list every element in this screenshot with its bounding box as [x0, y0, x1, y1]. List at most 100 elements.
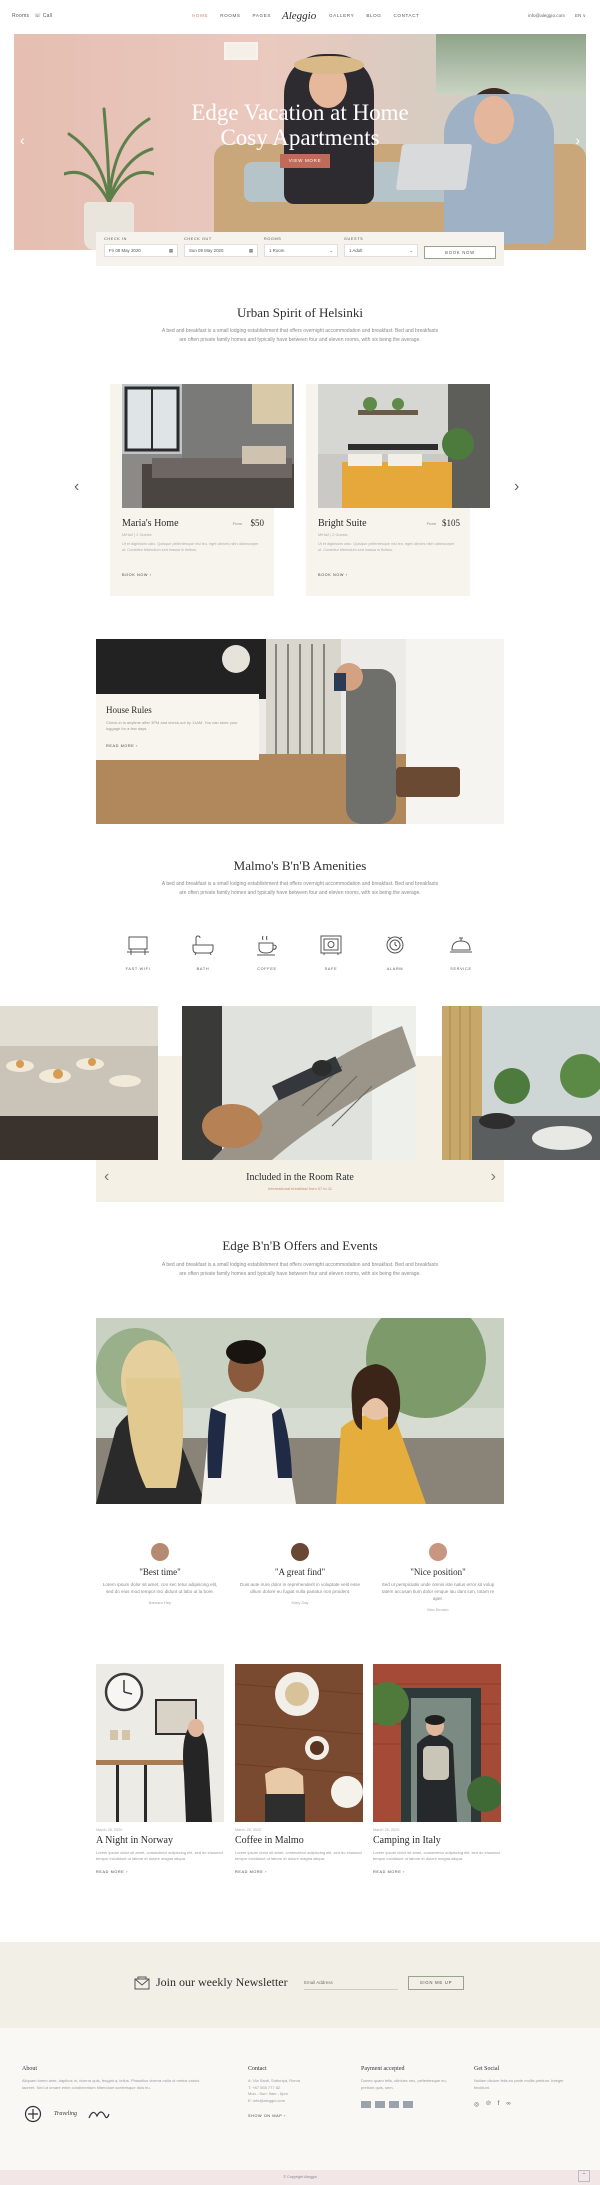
tripadvisor-icon[interactable]: ∞: [506, 2101, 510, 2108]
checkin-label: CHECK IN: [104, 237, 127, 241]
blog-read-more[interactable]: READ MORE ›: [235, 1870, 363, 1874]
checkin-field[interactable]: CHECK IN Fri 08 May 2020 ▦: [104, 237, 178, 257]
language-selector[interactable]: EN ∨: [575, 13, 586, 19]
amenity-label: SERVICE: [450, 967, 472, 971]
rooms-label: ROOMS: [264, 237, 282, 241]
alarm-icon: [386, 936, 404, 954]
brand-traveling: Traveling: [54, 2111, 78, 2117]
blog-date: March 26, 2020: [96, 1828, 123, 1832]
offers-title: Edge B'n'B Offers and Events: [222, 1238, 378, 1253]
norway-image: [96, 1664, 224, 1822]
gallery-image-hammock[interactable]: [182, 1006, 416, 1160]
site-logo[interactable]: Aleggio: [282, 10, 316, 22]
rooms-link[interactable]: Rooms: [12, 13, 29, 19]
house-rules-link[interactable]: READ MORE ›: [106, 744, 138, 748]
blog-title[interactable]: Coffee in Malmo: [235, 1835, 363, 1846]
contact-email[interactable]: E: info@aleggio.com: [248, 2098, 348, 2105]
checkout-field[interactable]: CHECK OUT Sun 09 May 2020 ▦: [184, 237, 258, 257]
room-meta: M/Ha2 | 2 Guests: [318, 533, 348, 537]
book-now-button[interactable]: BOOK NOW: [424, 246, 496, 259]
room-image[interactable]: [318, 384, 490, 508]
hero-title-line2: Cosy Apartments: [220, 125, 380, 150]
blog-read-more[interactable]: READ MORE ›: [96, 1870, 224, 1874]
amenity-label: ALARM: [386, 967, 404, 971]
amenity-coffee: COFFEE: [242, 934, 292, 971]
blog-image[interactable]: [235, 1664, 363, 1822]
included-subtitle: International breakfast from 07 to 11: [268, 1186, 332, 1191]
hero-window: [436, 34, 586, 94]
amenities-title: Malmo's B'n'B Amenities: [233, 858, 367, 873]
room-image[interactable]: [122, 384, 294, 508]
safe-icon: [320, 935, 342, 955]
rooms-prev-arrow-icon[interactable]: ‹: [74, 478, 79, 496]
top-left-links: Rooms ☏ Call: [12, 13, 53, 19]
chevron-down-icon: ⌄: [409, 248, 413, 253]
guests-label: GUESTS: [344, 237, 364, 241]
checkin-value[interactable]: Fri 08 May 2020: [109, 248, 141, 253]
view-more-button[interactable]: VIEW MORE: [280, 154, 330, 168]
nav-blog[interactable]: BLOG: [366, 13, 381, 18]
testimonial-author: Mary Day: [291, 1600, 309, 1605]
show-on-map-link[interactable]: SHOW ON MAP ›: [248, 2114, 348, 2118]
blog-card[interactable]: March 26, 2020 Camping in Italy Lorem ip…: [373, 1664, 501, 1874]
bath-icon: [192, 935, 214, 956]
guests-select[interactable]: GUESTS 1 Adult ⌄: [344, 237, 418, 257]
room-meta: M/Ha2 | 2 Guests: [122, 533, 152, 537]
sign-up-button[interactable]: SIGN ME UP: [408, 1976, 464, 1990]
blog-title[interactable]: A Night in Norway: [96, 1835, 224, 1846]
breakfast-image: [0, 1006, 158, 1160]
hero-next-arrow-icon[interactable]: ›: [575, 132, 580, 148]
back-to-top-icon[interactable]: ⌃: [578, 2170, 590, 2182]
rooms-select[interactable]: ROOMS 1 Room ⌄: [264, 237, 338, 257]
email-link[interactable]: info@aleggio.com: [528, 13, 565, 19]
footer-social-title: Get Social: [474, 2066, 500, 2072]
blog-image[interactable]: [373, 1664, 501, 1822]
blog-title[interactable]: Camping in Italy: [373, 1835, 501, 1846]
pinterest-icon[interactable]: ℗: [486, 2101, 490, 2108]
facebook-icon[interactable]: f: [498, 2101, 500, 2108]
blog-excerpt: Lorem ipsum dolor sit amet, consectetur …: [96, 1850, 223, 1862]
footer-payment-title: Payment accepted: [361, 2066, 405, 2072]
footer-about-title: About: [22, 2066, 37, 2072]
room-price: $105: [442, 518, 460, 528]
included-title: Included in the Room Rate: [246, 1172, 354, 1183]
blog-excerpt: Lorem ipsum dolor sit amet, consectetur …: [235, 1850, 362, 1862]
gallery-image-terrace[interactable]: [442, 1006, 600, 1160]
blog-image[interactable]: [96, 1664, 224, 1822]
room-from: From: [426, 521, 436, 526]
hero-frame: [224, 42, 258, 60]
room-name[interactable]: Maria's Home: [122, 518, 179, 529]
blog-card[interactable]: March 26, 2020 A Night in Norway Lorem i…: [96, 1664, 224, 1874]
nav-rooms[interactable]: ROOMS: [220, 13, 240, 18]
nav-pages[interactable]: PAGES: [253, 13, 272, 18]
service-bell-icon: [450, 937, 472, 953]
room-name[interactable]: Bright Suite: [318, 518, 367, 529]
nav-home[interactable]: HOME: [192, 13, 208, 18]
social-icons: ◎ ℗ f ∞: [474, 2101, 574, 2108]
gallery-image-breakfast[interactable]: [0, 1006, 158, 1160]
nav-gallery[interactable]: GALLERY: [329, 13, 354, 18]
checkout-value[interactable]: Sun 09 May 2020: [189, 248, 223, 253]
newsletter-title: Join our weekly Newsletter: [156, 1975, 288, 1989]
newsletter-email-input[interactable]: [304, 1976, 398, 1990]
intro-text: A bed and breakfast is a small lodging e…: [161, 328, 439, 343]
room-book-link[interactable]: BOOK NOW ›: [318, 573, 348, 577]
blog-read-more[interactable]: READ MORE ›: [373, 1870, 501, 1874]
blog-card[interactable]: March 26, 2020 Coffee in Malmo Lorem ips…: [235, 1664, 363, 1874]
guests-value[interactable]: 1 Adult: [349, 248, 362, 253]
hero-prev-arrow-icon[interactable]: ‹: [20, 132, 25, 148]
amenity-label: BATH: [196, 967, 210, 971]
main-nav: HOME ROOMS PAGES: [192, 13, 271, 18]
arrow-right-icon: ›: [136, 744, 138, 748]
instagram-icon[interactable]: ◎: [474, 2101, 479, 2108]
rooms-next-arrow-icon[interactable]: ›: [514, 478, 519, 496]
nav-contact[interactable]: CONTACT: [393, 13, 419, 18]
mastercard-icon: [375, 2101, 385, 2108]
footer-contact: Contact A: Via Santi, Sottoripa, Roma T:…: [248, 2066, 348, 2118]
testimonial-quote: "A great find": [274, 1567, 326, 1577]
call-link[interactable]: Call: [43, 13, 53, 19]
room-card[interactable]: Bright Suite From $105 M/Ha2 | 2 Guests …: [306, 384, 490, 596]
room-card[interactable]: Maria's Home From $50 M/Ha2 | 2 Guests U…: [110, 384, 294, 596]
room-book-link[interactable]: BOOK NOW ›: [122, 573, 152, 577]
rooms-value[interactable]: 1 Room: [269, 248, 284, 253]
